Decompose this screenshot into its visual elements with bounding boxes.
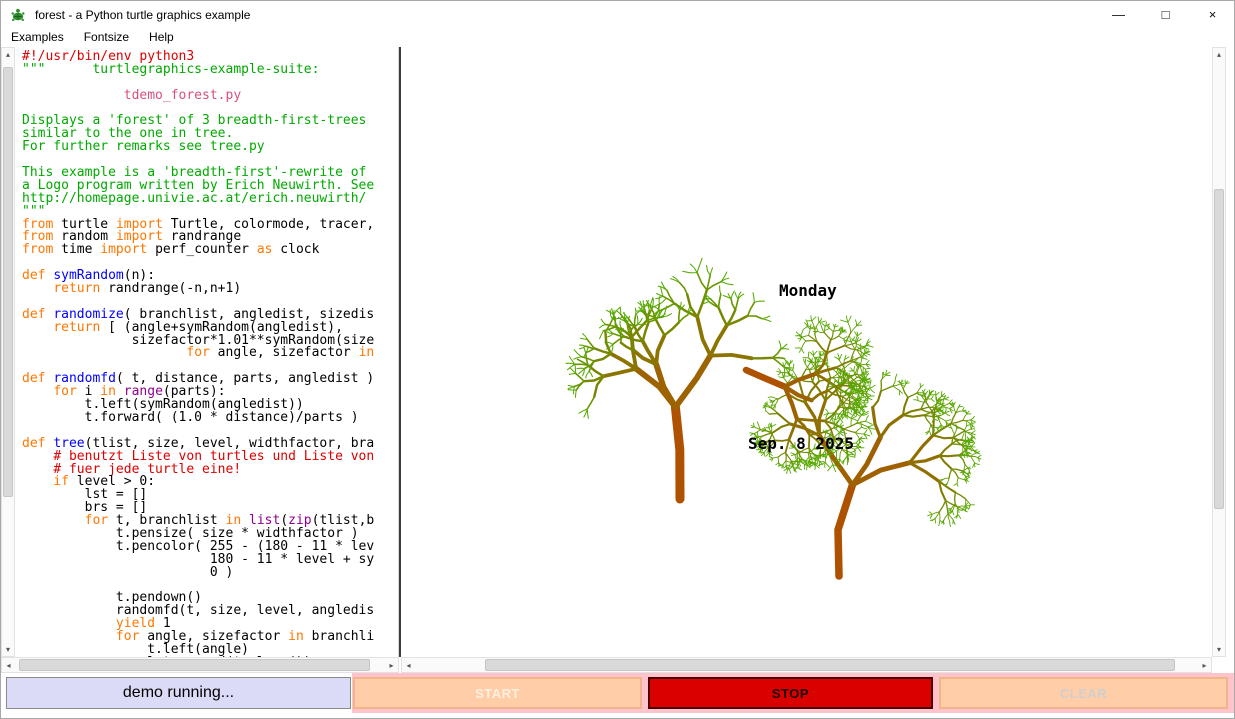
window-title: forest - a Python turtle graphics exampl… [35,8,250,22]
canvas-scrollbar-thumb-horizontal[interactable] [485,659,1174,671]
code-scrollbar-thumb-horizontal[interactable] [19,659,371,671]
menu-bar: Examples Fontsize Help [1,28,1235,47]
code-line: 0 ) [22,567,398,580]
scroll-up-icon[interactable]: ▴ [2,48,14,61]
scroll-down-icon[interactable]: ▾ [2,643,14,656]
start-button[interactable]: START [353,677,642,709]
tree-branches [675,407,680,499]
scroll-up-icon[interactable]: ▴ [1213,48,1225,61]
canvas-scrollbar-track-horizontal[interactable] [415,658,1198,672]
canvas-scrollbar-thumb-vertical[interactable] [1214,189,1224,509]
canvas-scrollbar-track-vertical[interactable] [1213,61,1225,643]
scroll-left-icon[interactable]: ◂ [2,658,15,672]
maximize-button[interactable]: □ [1142,1,1189,28]
scroll-right-icon[interactable]: ▸ [385,658,398,672]
menu-item-examples[interactable]: Examples [1,29,74,46]
code-line: t.forward( (1.0 * distance)/parts ) [22,412,398,425]
code-viewer[interactable]: #!/usr/bin/env python3""" turtlegraphics… [15,47,399,657]
code-scrollbar-vertical[interactable]: ▴ ▾ [1,47,15,657]
status-label: demo running... [6,677,351,709]
code-line: """ turtlegraphics-example-suite: [22,64,398,77]
code-line: for angle, sizefactor in [22,347,398,360]
tree-branches [746,370,785,387]
code-scrollbar-track[interactable] [2,61,14,643]
code-text: #!/usr/bin/env python3""" turtlegraphics… [22,51,398,657]
code-line: from time import perf_counter as clock [22,244,398,257]
title-bar: forest - a Python turtle graphics exampl… [1,1,1235,28]
button-strip: START STOP CLEAR [352,673,1235,713]
turtle-canvas[interactable]: Monday Sep. 8 2025 [399,47,1212,657]
tree-branches [566,258,793,418]
code-scrollbar-horizontal[interactable]: ◂ ▸ [1,657,399,673]
app-window: forest - a Python turtle graphics exampl… [0,0,1235,719]
code-line: For further remarks see tree.py [22,141,398,154]
canvas-text-label: Sep. 8 2025 [748,434,854,453]
window-controls: — □ × [1095,1,1235,28]
canvas-scrollbar-horizontal[interactable]: ◂ ▸ [401,657,1212,673]
scroll-down-icon[interactable]: ▾ [1213,643,1225,656]
canvas-scrollbar-vertical[interactable]: ▴ ▾ [1212,47,1226,657]
code-scrollbar-thumb[interactable] [3,67,13,498]
tree-branches [584,290,773,397]
code-scrollbar-track-horizontal[interactable] [15,658,385,672]
turtle-icon [10,7,26,23]
stop-button[interactable]: STOP [648,677,933,709]
code-line: http://homepage.univie.ac.at/erich.neuwi… [22,193,398,206]
menu-item-help[interactable]: Help [139,29,184,46]
code-line: tdemo_forest.py [22,90,398,103]
minimize-button[interactable]: — [1095,1,1142,28]
bottom-bar: demo running... START STOP CLEAR [1,673,1235,719]
tree-branches [838,485,852,576]
scroll-right-icon[interactable]: ▸ [1198,658,1211,672]
clear-button[interactable]: CLEAR [939,677,1228,709]
menu-item-fontsize[interactable]: Fontsize [74,29,139,46]
scroll-left-icon[interactable]: ◂ [402,658,415,672]
forest-drawing: Monday Sep. 8 2025 [401,47,1212,657]
canvas-text-label: Monday [779,281,837,300]
close-button[interactable]: × [1189,1,1235,28]
tree-branches [636,356,710,408]
code-line: return randrange(-n,n+1) [22,283,398,296]
